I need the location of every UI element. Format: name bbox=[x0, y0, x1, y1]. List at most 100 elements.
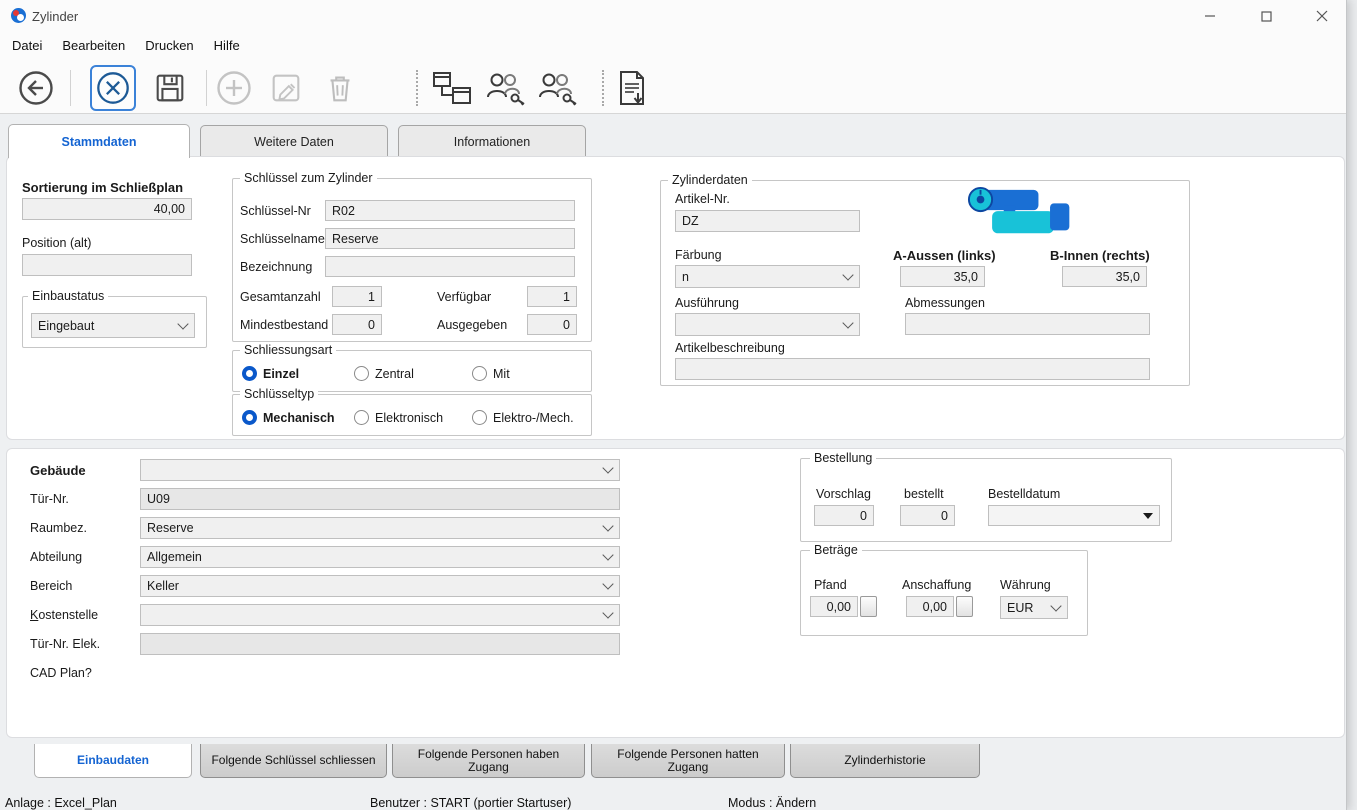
vorschlag-field[interactable]: 0 bbox=[814, 505, 874, 526]
pfand-field[interactable]: 0,00 bbox=[810, 596, 858, 617]
add-button[interactable] bbox=[214, 68, 254, 108]
persons-have-access-icon bbox=[487, 73, 525, 106]
gesamtanzahl-field[interactable]: 1 bbox=[332, 286, 382, 307]
verfuegbar-label: Verfügbar bbox=[437, 290, 492, 304]
lock-plan-icon bbox=[433, 72, 471, 104]
cad-plan-label: CAD Plan? bbox=[30, 666, 92, 680]
kostenstelle-select[interactable] bbox=[140, 604, 620, 626]
bestelldatum-label: Bestelldatum bbox=[988, 487, 1061, 501]
faerbung-select[interactable]: n bbox=[675, 265, 860, 288]
btab-einbaudaten[interactable]: Einbaudaten bbox=[34, 744, 192, 778]
b-innen-field[interactable]: 35,0 bbox=[1062, 266, 1147, 287]
menu-drucken[interactable]: Drucken bbox=[135, 34, 203, 58]
menu-datei[interactable]: Datei bbox=[2, 34, 52, 58]
bereich-select[interactable]: Keller bbox=[140, 575, 620, 597]
menu-hilfe[interactable]: Hilfe bbox=[204, 34, 250, 58]
ausfuehrung-select[interactable] bbox=[675, 313, 860, 336]
tab-stammdaten[interactable]: Stammdaten bbox=[8, 124, 190, 158]
window-chrome: Zylinder Datei Bearbeiten Drucken Hilfe bbox=[0, 0, 1346, 114]
bezeichnung-field[interactable] bbox=[325, 256, 575, 277]
gebaeude-select[interactable] bbox=[140, 459, 620, 481]
btab-personen-hatten-zugang[interactable]: Folgende Personen hatten Zugang bbox=[591, 744, 785, 778]
btab-zylinderhistorie[interactable]: Zylinderhistorie bbox=[790, 744, 980, 778]
minimize-button[interactable] bbox=[1187, 0, 1233, 32]
chevron-down-icon bbox=[602, 520, 614, 532]
radio-mechanisch[interactable]: Mechanisch bbox=[242, 410, 335, 425]
einbaustatus-value: Eingebaut bbox=[38, 318, 95, 333]
chevron-down-icon bbox=[1050, 599, 1062, 612]
ausfuehrung-label: Ausführung bbox=[675, 296, 739, 310]
menu-bearbeiten[interactable]: Bearbeiten bbox=[52, 34, 135, 58]
anschaffung-field[interactable]: 0,00 bbox=[906, 596, 954, 617]
tuer-nr-field[interactable]: U09 bbox=[140, 488, 620, 510]
abmessungen-field[interactable] bbox=[905, 313, 1150, 335]
abteilung-value: Allgemein bbox=[147, 550, 202, 564]
close-button[interactable] bbox=[1299, 0, 1345, 32]
edit-icon bbox=[272, 74, 300, 102]
ausgegeben-label: Ausgegeben bbox=[437, 318, 508, 332]
tuer-nr-elek-field[interactable] bbox=[140, 633, 620, 655]
add-icon bbox=[217, 71, 251, 105]
radio-mit[interactable]: Mit bbox=[472, 366, 510, 381]
pfand-picker-button[interactable] bbox=[860, 596, 877, 617]
maximize-button[interactable] bbox=[1243, 0, 1289, 32]
zylinderdaten-legend: Zylinderdaten bbox=[668, 173, 752, 187]
artikel-nr-label: Artikel-Nr. bbox=[675, 192, 730, 206]
gesamtanzahl-label: Gesamtanzahl bbox=[240, 290, 321, 304]
position-alt-field[interactable] bbox=[22, 254, 192, 276]
waehrung-select[interactable]: EUR bbox=[1000, 596, 1068, 619]
lock-plan-button[interactable] bbox=[430, 68, 474, 108]
tab-informationen[interactable]: Informationen bbox=[398, 125, 586, 157]
chevron-down-icon bbox=[602, 578, 614, 590]
toolbar-separator bbox=[206, 70, 207, 106]
radio-icon bbox=[472, 410, 487, 425]
verfuegbar-field[interactable]: 1 bbox=[527, 286, 577, 307]
title-bar[interactable]: Zylinder bbox=[0, 0, 1346, 32]
btab-folgende-schluessel[interactable]: Folgende Schlüssel schliessen bbox=[200, 744, 387, 778]
status-benutzer: Benutzer : START (portier Startuser) bbox=[370, 796, 572, 810]
radio-einzel[interactable]: Einzel bbox=[242, 366, 299, 381]
app-logo-icon bbox=[10, 7, 27, 29]
tab-weitere-daten[interactable]: Weitere Daten bbox=[200, 125, 388, 157]
raumbez-select[interactable]: Reserve bbox=[140, 517, 620, 539]
delete-button[interactable] bbox=[320, 68, 360, 108]
radio-elektronisch[interactable]: Elektronisch bbox=[354, 410, 443, 425]
schluesseltyp-legend: Schlüsseltyp bbox=[240, 387, 319, 401]
radio-selected-icon bbox=[242, 366, 257, 381]
anschaffung-picker-button[interactable] bbox=[956, 596, 973, 617]
back-button[interactable] bbox=[16, 68, 56, 108]
bestelldatum-select[interactable] bbox=[988, 505, 1160, 526]
save-button[interactable] bbox=[150, 68, 190, 108]
bereich-value: Keller bbox=[147, 579, 179, 593]
artikelbeschreibung-field[interactable] bbox=[675, 358, 1150, 380]
radio-mit-label: Mit bbox=[493, 366, 510, 381]
radio-icon bbox=[472, 366, 487, 381]
abteilung-select[interactable]: Allgemein bbox=[140, 546, 620, 568]
chevron-down-icon bbox=[842, 268, 854, 281]
position-alt-label: Position (alt) bbox=[22, 236, 92, 250]
close-icon bbox=[1316, 10, 1328, 22]
bestellt-field[interactable]: 0 bbox=[900, 505, 955, 526]
btab-personen-haben-zugang[interactable]: Folgende Personen haben Zugang bbox=[392, 744, 585, 778]
cancel-button[interactable] bbox=[90, 65, 136, 111]
toolbar-separator-dotted bbox=[602, 70, 604, 106]
einbaustatus-select[interactable]: Eingebaut bbox=[31, 313, 195, 338]
edit-button[interactable] bbox=[266, 68, 306, 108]
radio-elektro-mech[interactable]: Elektro-/Mech. bbox=[472, 410, 574, 425]
schluesselname-field[interactable]: Reserve bbox=[325, 228, 575, 249]
radio-elektro-mech-label: Elektro-/Mech. bbox=[493, 410, 574, 425]
persons-had-access-button[interactable] bbox=[534, 68, 580, 108]
schluessel-nr-field[interactable]: R02 bbox=[325, 200, 575, 221]
vorschlag-label: Vorschlag bbox=[816, 487, 871, 501]
csv-export-button[interactable] bbox=[612, 68, 652, 108]
persons-have-access-button[interactable] bbox=[482, 68, 528, 108]
mindestbestand-field[interactable]: 0 bbox=[332, 314, 382, 335]
radio-zentral[interactable]: Zentral bbox=[354, 366, 414, 381]
sortierung-field[interactable]: 40,00 bbox=[22, 198, 192, 220]
a-aussen-field[interactable]: 35,0 bbox=[900, 266, 985, 287]
save-icon bbox=[156, 74, 184, 102]
radio-selected-icon bbox=[242, 410, 257, 425]
bezeichnung-label: Bezeichnung bbox=[240, 260, 313, 274]
ausgegeben-field[interactable]: 0 bbox=[527, 314, 577, 335]
artikel-nr-field[interactable]: DZ bbox=[675, 210, 860, 232]
